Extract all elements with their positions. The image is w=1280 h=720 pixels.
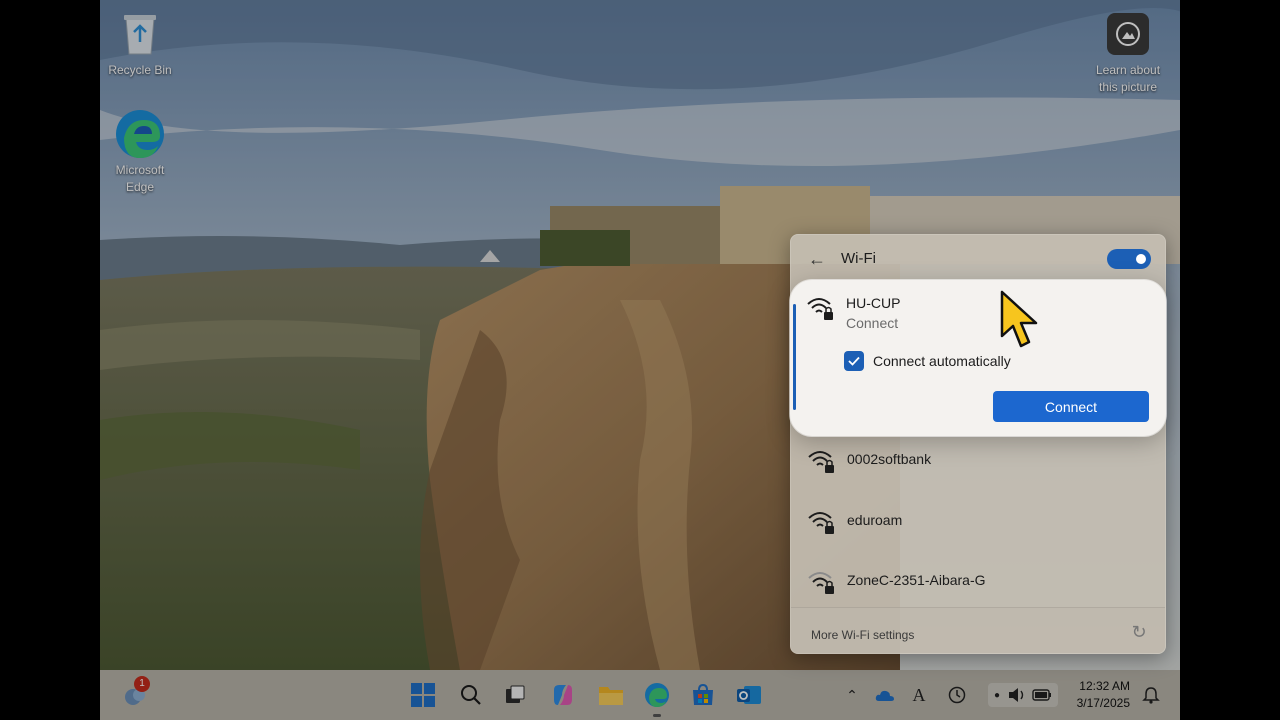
battery-icon <box>1032 689 1052 701</box>
wifi-flyout-header: ← Wi-Fi <box>791 235 1165 283</box>
volume-icon <box>1009 688 1024 702</box>
widgets-button[interactable]: 1 <box>118 676 152 712</box>
show-hidden-icons-button[interactable]: ⌃ <box>842 683 862 707</box>
bell-icon <box>1142 687 1160 704</box>
wifi-weak-secured-icon <box>808 572 834 594</box>
copilot-icon <box>554 685 572 705</box>
desktop-icon-label: Learn about this picture <box>1095 63 1161 94</box>
outlook-button[interactable] <box>732 678 766 712</box>
search-button[interactable] <box>454 678 488 712</box>
wifi-toggle[interactable] <box>1107 249 1151 269</box>
onedrive-icon <box>875 690 894 701</box>
search-icon <box>461 685 481 705</box>
arrow-left-icon: ← <box>808 248 826 269</box>
desktop-icon-learn-about-picture[interactable]: Learn about this picture <box>1086 8 1170 96</box>
camera-icon <box>1102 8 1154 60</box>
desktop-screen: Recycle Bin Microsoft Edge Learn about t… <box>100 0 1180 720</box>
copilot-button[interactable] <box>546 678 580 712</box>
recycle-bin-icon <box>114 8 166 60</box>
mouse-cursor-icon <box>1000 290 1038 348</box>
wifi-secured-icon <box>808 451 834 473</box>
ime-icon: A <box>912 684 926 705</box>
file-explorer-button[interactable] <box>594 678 628 712</box>
wifi-flyout-footer: More Wi-Fi settings ↻ <box>791 607 1165 653</box>
task-view-button[interactable] <box>498 678 532 712</box>
start-icon <box>411 683 435 707</box>
desktop-icon-label: Microsoft Edge <box>115 163 165 194</box>
clock-date: 3/17/2025 <box>1076 696 1130 710</box>
desktop-icon-edge[interactable]: Microsoft Edge <box>100 108 182 196</box>
network-item[interactable]: 0002softbank <box>791 431 1165 489</box>
refresh-icon[interactable]: ↻ <box>1129 622 1149 642</box>
notification-badge: 1 <box>134 676 150 692</box>
selected-network-name: HU-CUP <box>846 295 901 311</box>
taskbar-clock[interactable]: 12:32 AM 3/17/2025 <box>1077 678 1130 712</box>
edge-icon <box>114 108 166 160</box>
file-explorer-icon <box>599 687 623 705</box>
back-button[interactable]: ← <box>805 247 829 271</box>
edge-taskbar-button[interactable] <box>640 678 674 717</box>
edge-icon <box>645 683 669 707</box>
wifi-secured-icon <box>807 298 833 320</box>
toggle-knob <box>1136 254 1146 264</box>
ime-button[interactable]: A <box>908 683 930 707</box>
active-indicator <box>653 714 661 717</box>
network-item[interactable]: eduroam <box>791 492 1165 550</box>
taskbar: 1 ⌃ A ● 12:32 AM 3/17/2025 <box>100 670 1180 720</box>
selected-network-status: Connect <box>846 315 899 331</box>
network-name: eduroam <box>847 512 903 528</box>
network-name: ZoneC-2351-Aibara-G <box>847 572 986 588</box>
connect-automatically-checkbox[interactable] <box>844 351 864 371</box>
desktop-icon-recycle-bin[interactable]: Recycle Bin <box>100 8 182 79</box>
store-button[interactable] <box>686 678 720 712</box>
wifi-secured-icon <box>808 512 834 534</box>
desktop-icon-label: Recycle Bin <box>108 63 172 77</box>
start-button[interactable] <box>406 678 440 712</box>
outlook-icon <box>737 686 761 704</box>
network-icon: ● <box>993 689 1001 701</box>
notifications-button[interactable] <box>1140 683 1162 707</box>
more-wifi-settings-link[interactable]: More Wi-Fi settings <box>811 628 914 642</box>
quick-settings-button[interactable]: ● <box>988 683 1058 707</box>
connect-automatically-label[interactable]: Connect automatically <box>873 353 1011 369</box>
network-name: 0002softbank <box>847 451 932 467</box>
wifi-title: Wi-Fi <box>841 250 876 267</box>
clock-tray-button[interactable] <box>946 683 968 707</box>
clock-time: 12:32 AM <box>1079 679 1130 693</box>
selection-indicator <box>793 304 796 410</box>
onedrive-tray-button[interactable] <box>874 683 896 707</box>
store-icon <box>693 683 713 705</box>
connect-button[interactable]: Connect <box>993 391 1149 422</box>
checkmark-icon <box>848 356 860 366</box>
network-item[interactable]: ZoneC-2351-Aibara-G <box>791 552 1165 610</box>
task-view-icon <box>506 685 525 703</box>
selected-network-card[interactable]: HU-CUP Connect Connect automatically Con… <box>790 280 1166 436</box>
chevron-up-icon: ⌃ <box>846 686 858 703</box>
clock-icon <box>948 686 966 704</box>
